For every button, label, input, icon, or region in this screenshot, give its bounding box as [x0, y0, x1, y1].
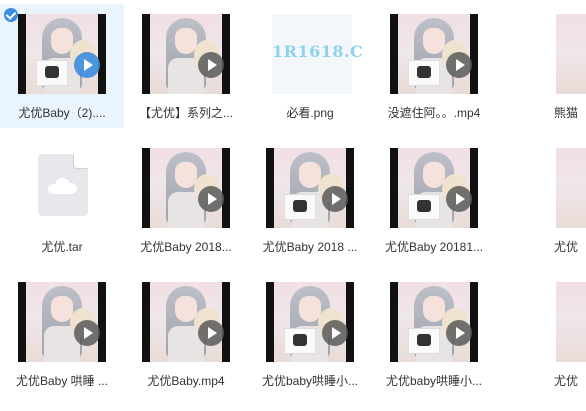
play-icon — [198, 320, 224, 346]
video-thumbnail — [556, 148, 586, 228]
play-icon — [446, 320, 472, 346]
play-icon — [322, 186, 348, 212]
play-icon — [198, 186, 224, 212]
play-icon — [322, 320, 348, 346]
file-name: 尤优baby哄睡小... — [385, 374, 483, 388]
file-name: 尤优 — [554, 374, 579, 388]
video-thumbnail — [266, 282, 354, 362]
video-thumbnail — [556, 14, 586, 94]
file-item[interactable]: 尤优Baby（2).... — [0, 4, 124, 128]
cloud-icon — [48, 178, 78, 194]
file-item[interactable]: 1R1618.C 必看.png — [248, 4, 372, 128]
play-icon — [446, 52, 472, 78]
video-thumbnail — [18, 14, 106, 94]
video-thumbnail — [556, 282, 586, 362]
image-thumbnail: 1R1618.C — [272, 14, 364, 94]
archive-file-icon — [38, 154, 88, 216]
file-item[interactable]: 尤优Baby 哄睡 ... — [0, 272, 124, 396]
video-thumbnail — [142, 282, 230, 362]
file-item[interactable]: 尤优Baby 20181... — [372, 138, 496, 262]
file-name: 尤优Baby 20181... — [384, 240, 484, 254]
file-name: 尤优.tar — [41, 240, 83, 254]
file-item[interactable]: 尤优Baby 2018... — [124, 138, 248, 262]
file-name: 尤优 — [554, 240, 579, 254]
file-item[interactable]: 熊猫 — [496, 4, 586, 128]
file-item[interactable]: 尤优 — [496, 138, 586, 262]
file-name: 必看.png — [286, 106, 334, 120]
file-item[interactable]: 【尤优】系列之... — [124, 4, 248, 128]
video-thumbnail — [266, 148, 354, 228]
file-name: 没遮住阿。。.mp4 — [387, 106, 481, 120]
file-name: 尤优Baby（2).... — [18, 106, 106, 120]
play-icon — [198, 52, 224, 78]
file-name: 尤优Baby 哄睡 ... — [15, 374, 109, 388]
file-item[interactable]: 没遮住阿。。.mp4 — [372, 4, 496, 128]
video-thumbnail — [142, 14, 230, 94]
play-icon — [74, 52, 100, 78]
image-thumbnail-text: 1R1618.C — [272, 42, 364, 61]
file-name: 熊猫 — [554, 106, 579, 120]
file-item[interactable]: 尤优 — [496, 272, 586, 396]
video-thumbnail — [390, 14, 478, 94]
file-item[interactable]: 尤优Baby.mp4 — [124, 272, 248, 396]
video-thumbnail — [18, 282, 106, 362]
file-name: 【尤优】系列之... — [138, 106, 233, 120]
file-name: 尤优Baby.mp4 — [147, 374, 225, 388]
video-thumbnail — [390, 148, 478, 228]
file-item[interactable]: 尤优baby哄睡小... — [372, 272, 496, 396]
file-name: 尤优Baby 2018... — [140, 240, 232, 254]
file-name: 尤优baby哄睡小... — [261, 374, 359, 388]
file-item[interactable]: 尤优baby哄睡小... — [248, 272, 372, 396]
play-icon — [74, 320, 100, 346]
video-thumbnail — [142, 148, 230, 228]
file-grid: 尤优Baby（2).... 【尤优】系列之... 1R1618.C 必看.png… — [0, 0, 586, 411]
file-name: 尤优Baby 2018 ... — [262, 240, 358, 254]
file-item[interactable]: 尤优Baby 2018 ... — [248, 138, 372, 262]
video-thumbnail — [390, 282, 478, 362]
checkbox-checked-icon[interactable] — [4, 8, 18, 22]
file-item[interactable]: 尤优.tar — [0, 138, 124, 262]
play-icon — [446, 186, 472, 212]
